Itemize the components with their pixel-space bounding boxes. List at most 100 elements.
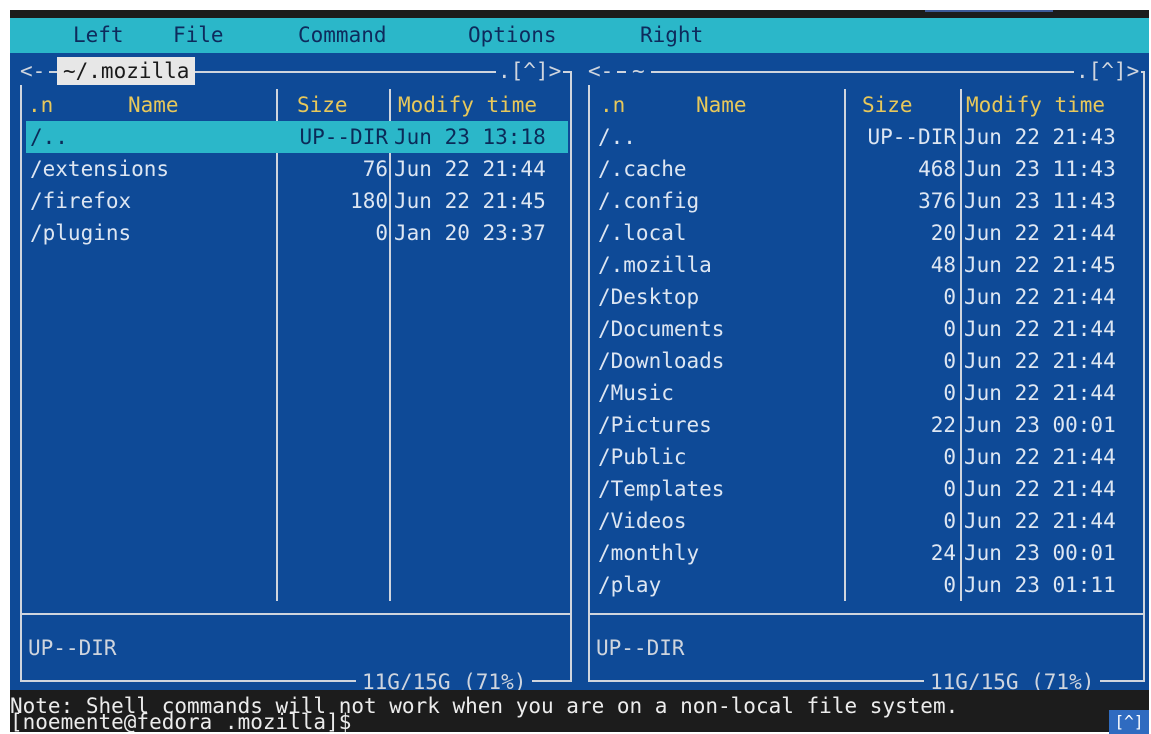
file-row[interactable]: /Music 0 Jun 22 21:44 (594, 377, 1141, 409)
file-name: /monthly (598, 541, 700, 565)
file-row[interactable]: /.. UP--DIR Jun 22 21:43 (594, 121, 1141, 153)
file-row[interactable]: /plugins 0 Jan 20 23:37 (26, 217, 568, 249)
menu-options[interactable]: Options (468, 22, 557, 48)
file-name: /.. (30, 125, 68, 149)
file-size: 0 (375, 221, 388, 245)
column-size-header[interactable]: Size (297, 89, 348, 121)
file-name: /Documents (598, 317, 725, 341)
left-mini-status: UP--DIR (28, 636, 117, 660)
file-mtime: Jun 22 21:44 (964, 445, 1116, 469)
file-name: /plugins (30, 221, 132, 245)
file-size: 48 (930, 253, 956, 277)
file-row[interactable]: /firefox 180 Jun 22 21:45 (26, 185, 568, 217)
right-panel-path[interactable]: ~ (626, 57, 651, 85)
file-row[interactable]: /Documents 0 Jun 22 21:44 (594, 313, 1141, 345)
menu-command[interactable]: Command (298, 22, 387, 48)
file-mtime: Jun 22 21:44 (964, 509, 1116, 533)
file-row[interactable]: /monthly 24 Jun 23 00:01 (594, 537, 1141, 569)
file-row[interactable]: /play 0 Jun 23 01:11 (594, 569, 1141, 601)
menu-bar: Left File Command Options Right (10, 18, 1149, 53)
file-mtime: Jun 22 21:44 (964, 381, 1116, 405)
file-name: /Pictures (598, 413, 712, 437)
file-mtime: Jun 23 11:43 (964, 157, 1116, 181)
file-name: /.cache (598, 157, 687, 181)
file-name: /play (598, 573, 662, 597)
file-mtime: Jun 23 01:11 (964, 573, 1116, 597)
column-sort-indicator[interactable]: .n (28, 89, 53, 121)
left-panel-path[interactable]: ~/.mozilla (57, 57, 196, 85)
top-edge-highlight (925, 10, 1053, 12)
column-name-header[interactable]: Name (696, 89, 747, 121)
menu-file[interactable]: File (173, 22, 224, 48)
file-row[interactable]: /Videos 0 Jun 22 21:44 (594, 505, 1141, 537)
menu-left[interactable]: Left (73, 22, 124, 48)
file-name: /extensions (30, 157, 170, 181)
file-row[interactable]: /Public 0 Jun 22 21:44 (594, 441, 1141, 473)
file-mtime: Jun 22 21:44 (964, 317, 1116, 341)
column-modify-header[interactable]: Modify time (966, 89, 1105, 121)
file-size: 0 (943, 477, 956, 501)
file-row[interactable]: /Pictures 22 Jun 23 00:01 (594, 409, 1141, 441)
file-mtime: Jun 23 00:01 (964, 413, 1116, 437)
right-panel-history-arrow[interactable]: <- (588, 57, 618, 85)
column-modify-header[interactable]: Modify time (398, 89, 537, 121)
file-name: /firefox (30, 189, 132, 213)
file-mtime: Jun 23 00:01 (964, 541, 1116, 565)
file-size: 0 (943, 445, 956, 469)
right-mini-status: UP--DIR (596, 636, 685, 660)
file-mtime: Jun 22 21:45 (394, 189, 546, 213)
column-sort-indicator[interactable]: .n (600, 89, 625, 121)
left-file-panel[interactable]: <- ~/.mozilla .[^]> .n Name Size Modify … (10, 53, 582, 694)
file-name: /Downloads (598, 349, 725, 373)
column-size-header[interactable]: Size (862, 89, 913, 121)
file-mtime: Jun 22 21:44 (964, 221, 1116, 245)
file-size: 24 (930, 541, 956, 565)
file-row[interactable]: /Templates 0 Jun 22 21:44 (594, 473, 1141, 505)
file-mtime: Jun 22 21:44 (964, 285, 1116, 309)
file-size: 76 (362, 157, 388, 181)
right-file-panel[interactable]: <- ~ .[^]> .n Name Size Modify time /.. U… (582, 53, 1149, 694)
file-size: 0 (943, 509, 956, 533)
file-mtime: Jun 22 21:44 (394, 157, 546, 181)
file-mtime: Jun 22 21:44 (964, 349, 1116, 373)
file-row[interactable]: /Desktop 0 Jun 22 21:44 (594, 281, 1141, 313)
shell-prompt[interactable]: [noemente@fedora .mozilla]$ (10, 710, 351, 734)
file-size: 468 (918, 157, 956, 181)
file-size: 376 (918, 189, 956, 213)
file-name: /.config (598, 189, 700, 213)
file-row[interactable]: /Downloads 0 Jun 22 21:44 (594, 345, 1141, 377)
file-size: UP--DIR (299, 125, 388, 149)
file-mtime: Jun 23 13:18 (394, 125, 546, 149)
file-mtime: Jun 22 21:43 (964, 125, 1116, 149)
file-size: 0 (943, 349, 956, 373)
file-row[interactable]: /.. UP--DIR Jun 23 13:18 (26, 121, 568, 153)
file-size: 0 (943, 381, 956, 405)
file-size: 180 (350, 189, 388, 213)
file-mtime: Jan 20 23:37 (394, 221, 546, 245)
left-panel-history-arrow[interactable]: <- (20, 57, 50, 85)
file-size: UP--DIR (867, 125, 956, 149)
file-row[interactable]: /extensions 76 Jun 22 21:44 (26, 153, 568, 185)
file-name: /Public (598, 445, 687, 469)
file-name: /Desktop (598, 285, 700, 309)
menu-right[interactable]: Right (640, 22, 703, 48)
file-size: 0 (943, 285, 956, 309)
file-name: /.mozilla (598, 253, 712, 277)
file-name: /.. (598, 125, 636, 149)
file-row[interactable]: /.local 20 Jun 22 21:44 (594, 217, 1141, 249)
right-panel-corner-controls[interactable]: .[^]> (1074, 57, 1142, 85)
file-mtime: Jun 22 21:44 (964, 477, 1116, 501)
file-mtime: Jun 22 21:45 (964, 253, 1116, 277)
file-row[interactable]: /.mozilla 48 Jun 22 21:45 (594, 249, 1141, 281)
file-name: /.local (598, 221, 687, 245)
file-row[interactable]: /.cache 468 Jun 23 11:43 (594, 153, 1141, 185)
file-size: 0 (943, 573, 956, 597)
left-panel-corner-controls[interactable]: .[^]> (496, 57, 564, 85)
file-name: /Templates (598, 477, 725, 501)
file-size: 22 (930, 413, 956, 437)
file-size: 20 (930, 221, 956, 245)
column-name-header[interactable]: Name (128, 89, 179, 121)
prompt-badge: [^] (1109, 710, 1149, 734)
file-row[interactable]: /.config 376 Jun 23 11:43 (594, 185, 1141, 217)
file-name: /Music (598, 381, 674, 405)
